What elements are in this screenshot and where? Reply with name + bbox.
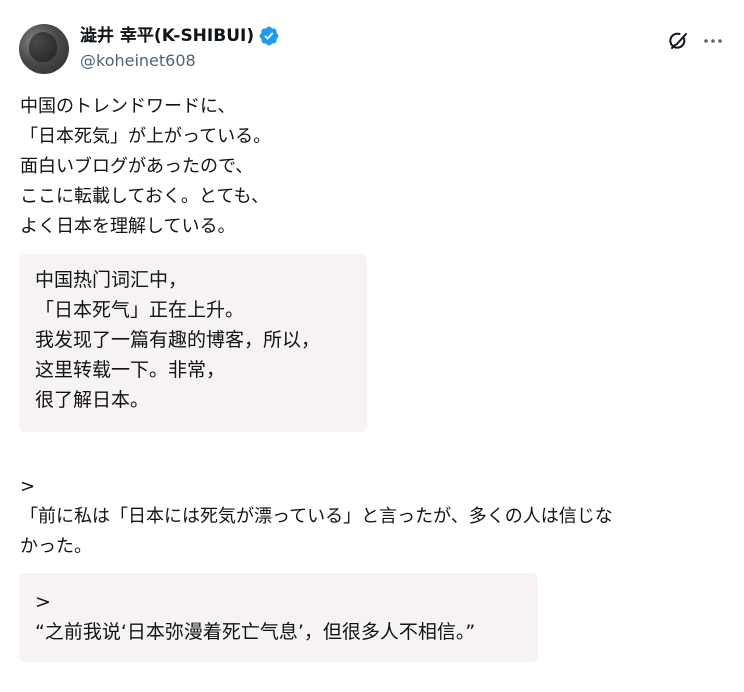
author-display-name[interactable]: 澁井 幸平(K-SHIBUI): [80, 25, 254, 47]
grok-icon[interactable]: [667, 29, 691, 53]
post-header: 澁井 幸平(K-SHIBUI) @koheinet608: [19, 24, 729, 76]
avatar[interactable]: [19, 24, 69, 74]
author-name-row: 澁井 幸平(K-SHIBUI): [80, 25, 280, 47]
verified-badge-icon: [258, 25, 280, 47]
more-icon[interactable]: [701, 29, 725, 53]
quote-block-1: 中国热门词汇中， 「日本死气」正在上升。 我发现了一篇有趣的博客，所以， 这里转…: [19, 254, 367, 432]
post-text-paragraph-1: 中国のトレンドワードに、 「日本死気」が上がっている。 面白いブログがあったので…: [20, 96, 272, 237]
post-text-paragraph-2: > 「前に私は「日本には死気が漂っている」と言ったが、多くの人は信じな かった。: [20, 476, 613, 557]
author-handle[interactable]: @koheinet608: [80, 51, 196, 71]
quote-block-2: > “之前我说‘日本弥漫着死亡气息’，但很多人不相信。”: [19, 573, 538, 662]
